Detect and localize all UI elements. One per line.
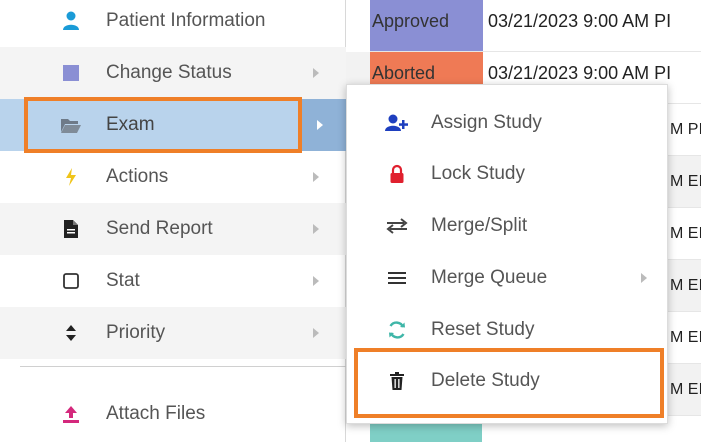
document-icon [58, 216, 84, 242]
submenu-item-merge-queue[interactable]: Merge Queue [347, 252, 669, 304]
date-cell: 03/21/2023 9:00 AM PI [488, 11, 672, 31]
submenu-item-label: Merge Queue [431, 267, 548, 288]
swap-icon [385, 214, 409, 238]
menu-item-priority[interactable]: Priority [0, 307, 346, 359]
submenu-item-label: Lock Study [431, 163, 525, 184]
date-cell: M EI [670, 173, 701, 190]
status-badge-approved: Approved [370, 0, 483, 51]
menu-item-actions[interactable]: Actions [0, 151, 346, 203]
sort-icon [58, 320, 84, 346]
submenu-item-label: Assign Study [431, 112, 542, 133]
refresh-icon [385, 318, 409, 342]
date-cell: M EI [670, 225, 701, 242]
chevron-right-icon [311, 170, 321, 184]
submenu-item-assign-study[interactable]: Assign Study [347, 97, 669, 149]
menu-divider [20, 366, 346, 367]
menu-item-exam[interactable]: Exam [0, 99, 346, 151]
person-icon [58, 8, 84, 34]
menu-item-change-status[interactable]: Change Status [0, 47, 346, 99]
menu-item-stat[interactable]: Stat [0, 255, 346, 307]
date-cell: M EI [670, 381, 701, 398]
submenu-item-reset-study[interactable]: Reset Study [347, 304, 669, 356]
date-cell: M EI [670, 329, 701, 346]
chevron-right-icon [315, 118, 325, 132]
submenu-item-delete-study[interactable]: Delete Study [347, 355, 669, 407]
chevron-right-icon [311, 222, 321, 236]
menu-item-label: Attach Files [106, 403, 206, 424]
add-user-icon [385, 111, 409, 135]
date-cell: M EI [670, 277, 701, 294]
submenu-item-lock-study[interactable]: Lock Study [347, 148, 669, 200]
chevron-right-icon [639, 271, 649, 285]
folder-open-icon [58, 112, 84, 138]
exam-submenu: Assign Study Lock Study Merge/Split Merg… [346, 84, 668, 424]
chevron-right-icon [311, 326, 321, 340]
trash-icon [385, 369, 409, 393]
upload-icon [58, 401, 84, 427]
context-menu: Patient Information Change Status Exam A… [0, 0, 346, 442]
date-cell: M PI [670, 121, 701, 138]
list-icon [385, 266, 409, 290]
checkbox-icon [58, 268, 84, 294]
menu-item-attach-files[interactable]: Attach Files [0, 388, 346, 440]
menu-item-label: Priority [106, 322, 166, 343]
menu-item-label: Stat [106, 270, 140, 291]
square-icon [58, 60, 84, 86]
submenu-item-label: Merge/Split [431, 215, 528, 236]
chevron-right-icon [311, 66, 321, 80]
menu-item-label: Patient Information [106, 10, 266, 31]
chevron-right-icon [311, 274, 321, 288]
menu-item-label: Exam [106, 114, 155, 135]
menu-item-label: Send Report [106, 218, 213, 239]
lightning-icon [58, 164, 84, 190]
menu-item-label: Actions [106, 166, 169, 187]
menu-item-patient-information[interactable]: Patient Information [0, 0, 346, 47]
submenu-item-label: Delete Study [431, 370, 540, 391]
table-row[interactable]: Approved 03/21/2023 9:00 AM PI [370, 0, 701, 52]
submenu-item-merge-split[interactable]: Merge/Split [347, 200, 669, 252]
lock-icon [385, 162, 409, 186]
submenu-item-label: Reset Study [431, 319, 535, 340]
menu-item-label: Change Status [106, 62, 232, 83]
menu-item-send-report[interactable]: Send Report [0, 203, 346, 255]
